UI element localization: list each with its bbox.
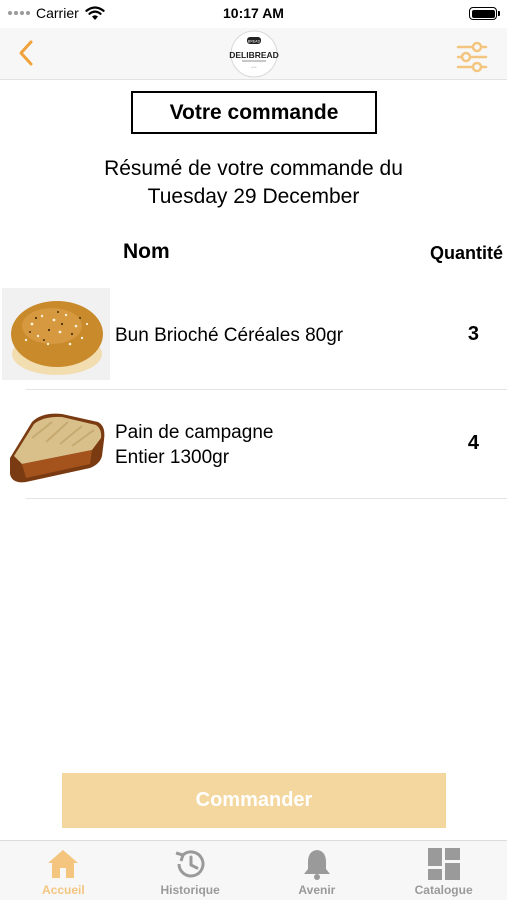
column-header-quantity: Quantité [429,243,503,263]
summary-date: Tuesday 29 December [147,185,360,208]
bun-product-image [2,288,110,380]
status-bar: Carrier 10:17 AM [0,0,507,28]
history-icon [175,850,205,878]
order-row[interactable]: Pain de campagne Entier 1300gr 4 [0,392,507,500]
product-quantity: 3 [467,323,479,345]
grid-icon [427,848,460,880]
summary-line-1: Résumé de votre commande du [104,157,403,180]
home-icon [48,850,79,878]
tab-catalogue[interactable]: Catalogue [380,841,507,900]
delibread-logo: BREAD DELIBREAD • • • [229,30,279,78]
product-name-line-1: Pain de campagne [115,422,274,443]
tab-label: Avenir [298,883,336,897]
filter-settings-icon[interactable] [455,40,489,74]
column-header-name: Nom [123,240,170,263]
back-chevron-icon[interactable] [12,38,42,68]
row-divider [26,389,507,390]
tab-accueil[interactable]: Accueil [0,841,127,900]
bread-loaf-product-image [10,413,105,483]
nav-bar: BREAD DELIBREAD • • • [0,28,507,80]
tab-label: Historique [160,883,220,897]
tab-bar: Accueil Historique Avenir Catalogue [0,840,507,900]
tab-avenir[interactable]: Avenir [254,841,381,900]
product-quantity: 4 [467,432,479,454]
commander-button[interactable]: Commander [62,773,446,828]
battery-icon [469,7,500,20]
order-summary: Résumé de votre commande du Tuesday 29 D… [40,155,467,211]
svg-text:• • •: • • • [252,65,257,69]
status-time: 10:17 AM [223,5,284,21]
row-divider [26,498,507,499]
order-row[interactable]: Bun Brioché Céréales 80gr 3 [0,285,507,393]
svg-text:BREAD: BREAD [248,40,261,44]
product-name-line-2: Entier 1300gr [115,447,230,468]
page-title: Votre commande [131,91,377,134]
tab-historique[interactable]: Historique [127,841,254,900]
product-name: Pain de campagne Entier 1300gr [115,420,273,470]
tab-label: Accueil [42,883,85,897]
tab-label: Catalogue [414,883,473,897]
bell-icon [303,850,330,880]
product-name: Bun Brioché Céréales 80gr [115,325,344,346]
logo-text: DELIBREAD [229,50,279,60]
